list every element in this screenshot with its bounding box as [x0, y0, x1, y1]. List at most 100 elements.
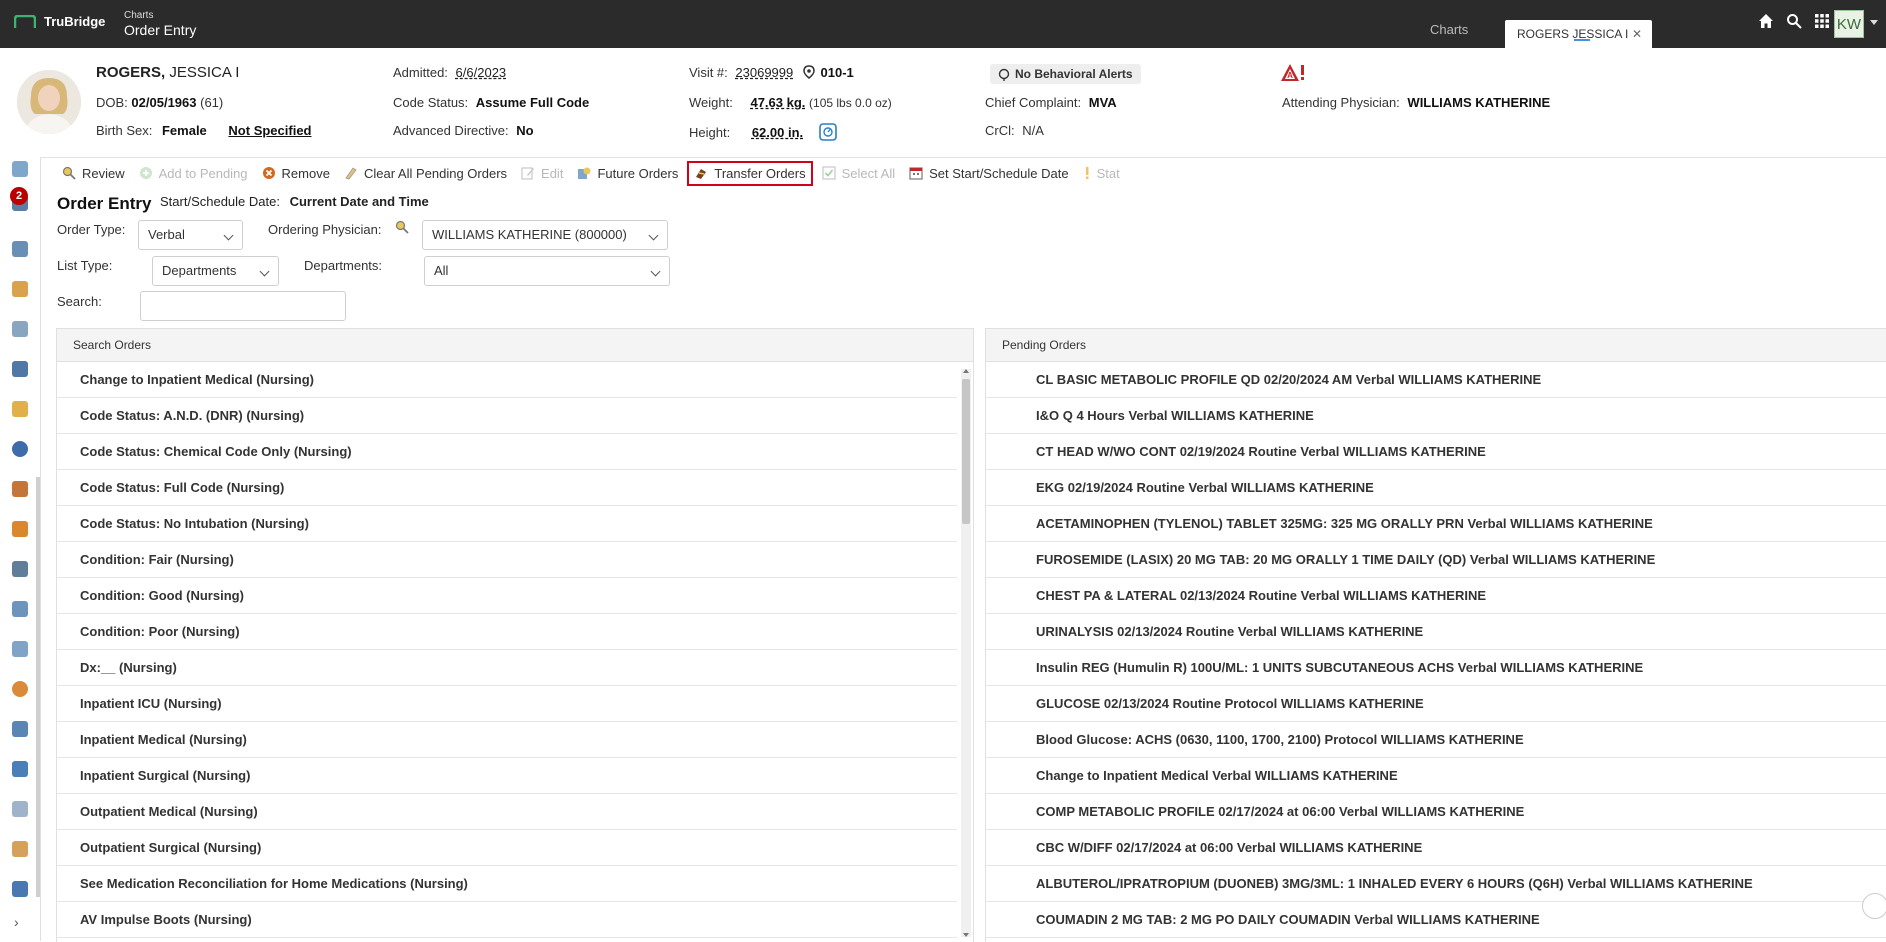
tab-patient-label: ROGERS JESSICA I — [1517, 27, 1629, 41]
user-avatar[interactable]: KW — [1834, 10, 1864, 38]
pending-order-row[interactable]: URINALYSIS 02/13/2024 Routine Verbal WIL… — [986, 614, 1886, 650]
education-nav-icon[interactable] — [12, 881, 28, 897]
pending-order-row[interactable]: ACETAMINOPHEN (TYLENOL) TABLET 325MG: 32… — [986, 506, 1886, 542]
search-order-row[interactable]: Inpatient ICU (Nursing) — [57, 686, 957, 722]
scrollbar-thumb[interactable] — [962, 379, 970, 524]
pending-orders-panel: Pending Orders CL BASIC METABOLIC PROFIL… — [985, 328, 1886, 942]
order-type-select[interactable]: Verbal — [138, 220, 243, 250]
notes-nav-icon[interactable] — [12, 281, 28, 297]
home-icon[interactable] — [1758, 13, 1774, 29]
departments-select[interactable]: All — [424, 256, 670, 286]
search-order-row[interactable]: Inpatient Medical (Nursing) — [57, 722, 957, 758]
search-order-row[interactable]: Change to Inpatient Medical (Nursing) — [57, 362, 957, 398]
stat-label: Stat — [1096, 165, 1120, 181]
list-nav-icon[interactable] — [12, 721, 28, 737]
results-nav-icon[interactable] — [12, 321, 28, 337]
set-start-date-button[interactable]: Set Start/Schedule Date — [909, 166, 1069, 181]
add-to-pending-button[interactable]: Add to Pending — [139, 166, 248, 181]
weight-value[interactable]: 47.63 kg. — [750, 95, 805, 110]
search-order-row[interactable]: AV Impulse Boots (Nursing) — [57, 902, 957, 938]
pending-order-row[interactable]: COMP METABOLIC PROFILE 02/17/2024 at 06:… — [986, 794, 1886, 830]
physician-search-icon[interactable] — [395, 220, 409, 234]
search-order-row[interactable]: Inpatient Surgical (Nursing) — [57, 758, 957, 794]
scroll-down-icon[interactable] — [963, 933, 969, 937]
pending-order-row[interactable]: FUROSEMIDE (LASIX) 20 MG TAB: 20 MG ORAL… — [986, 542, 1886, 578]
height-value[interactable]: 62.00 in. — [752, 125, 803, 140]
documents-nav-icon[interactable] — [12, 361, 28, 377]
pending-order-row[interactable]: CBC W/DIFF 02/17/2024 at 06:00 Verbal WI… — [986, 830, 1886, 866]
search-orders-scrollbar[interactable] — [961, 369, 971, 937]
pending-order-row[interactable]: ALBUTEROL/IPRATROPIUM (DUONEB) 3MG/3ML: … — [986, 866, 1886, 902]
folder-nav-icon[interactable] — [12, 401, 28, 417]
stat-button[interactable]: Stat — [1083, 166, 1120, 181]
ordering-physician-value: WILLIAMS KATHERINE (800000) — [432, 227, 627, 242]
search-order-row[interactable]: Code Status: Chemical Code Only (Nursing… — [57, 434, 957, 470]
medications-nav-icon[interactable] — [12, 521, 28, 537]
growth-chart-icon[interactable] — [818, 123, 837, 141]
search-order-row[interactable]: Outpatient Surgical (Nursing) — [57, 830, 957, 866]
remove-button[interactable]: Remove — [262, 166, 330, 181]
select-all-button[interactable]: Select All — [822, 166, 895, 181]
pending-order-row[interactable]: CT HEAD W/WO CONT 02/19/2024 Routine Ver… — [986, 434, 1886, 470]
grid-nav-icon[interactable] — [12, 841, 28, 857]
pending-order-row[interactable]: EKG 02/19/2024 Routine Verbal WILLIAMS K… — [986, 470, 1886, 506]
close-icon[interactable]: ✕ — [1632, 20, 1642, 48]
scheduling-nav-icon[interactable] — [12, 601, 28, 617]
transfer-orders-button[interactable]: Transfer Orders — [687, 160, 813, 186]
table-nav-icon[interactable] — [12, 801, 28, 817]
search-order-row[interactable]: Condition: Fair (Nursing) — [57, 542, 957, 578]
clear-pending-button[interactable]: Clear All Pending Orders — [344, 166, 507, 181]
search-order-row[interactable]: Code Status: Full Code (Nursing) — [57, 470, 957, 506]
breadcrumb-parent[interactable]: Charts — [124, 10, 196, 21]
brand[interactable]: TruBridge — [14, 14, 105, 29]
vitals-nav-icon[interactable] — [12, 241, 28, 257]
review-button[interactable]: Review — [62, 166, 125, 181]
patient-nav-icon[interactable] — [12, 481, 28, 497]
device-nav-icon[interactable] — [12, 561, 28, 577]
tab-charts[interactable]: Charts — [1430, 22, 1468, 37]
visit-field: Visit #: 23069999 010-1 — [689, 65, 854, 80]
person-nav-icon[interactable] — [12, 681, 28, 697]
tab-patient[interactable]: ROGERS JESSICA I ✕ — [1505, 20, 1652, 48]
search-order-row[interactable]: Dx:__ (Nursing) — [57, 650, 957, 686]
allergy-warning-icon[interactable]: A — [1280, 62, 1306, 84]
checkbox-icon — [822, 166, 836, 180]
pending-order-row[interactable]: GLUCOSE 02/13/2024 Routine Protocol WILL… — [986, 686, 1886, 722]
pending-order-row[interactable]: CL BASIC METABOLIC PROFILE QD 02/20/2024… — [986, 362, 1886, 398]
floating-action-button[interactable] — [1862, 893, 1886, 919]
search-order-row[interactable]: Code Status: No Intubation (Nursing) — [57, 506, 957, 542]
pending-order-row[interactable]: I&O Q 4 Hours Verbal WILLIAMS KATHERINE — [986, 398, 1886, 434]
visit-value[interactable]: 23069999 — [735, 65, 793, 80]
list-type-select[interactable]: Departments — [152, 256, 279, 286]
pending-order-row[interactable]: Change to Inpatient Medical Verbal WILLI… — [986, 758, 1886, 794]
orders-nav-icon[interactable] — [12, 161, 28, 177]
search-order-row[interactable]: See Medication Reconciliation for Home M… — [57, 866, 957, 902]
search-order-row[interactable]: Condition: Poor (Nursing) — [57, 614, 957, 650]
search-order-row[interactable]: Outpatient Medical (Nursing) — [57, 794, 957, 830]
search-order-row[interactable]: Condition: Good (Nursing) — [57, 578, 957, 614]
pending-order-row[interactable]: Insulin REG (Humulin R) 100U/ML: 1 UNITS… — [986, 650, 1886, 686]
future-orders-button[interactable]: Future Orders — [577, 166, 678, 181]
pending-order-row[interactable]: COUMADIN 2 MG TAB: 2 MG PO DAILY COUMADI… — [986, 902, 1886, 938]
apps-grid-icon[interactable] — [1814, 13, 1830, 29]
scroll-up-icon[interactable] — [963, 369, 969, 373]
gender-identity-link[interactable]: Not Specified — [228, 123, 311, 138]
pending-order-row[interactable]: CHEST PA & LATERAL 02/13/2024 Routine Ve… — [986, 578, 1886, 614]
calendar-nav-icon[interactable] — [12, 761, 28, 777]
rail-scrollbar[interactable] — [36, 477, 40, 897]
edit-button[interactable]: Edit — [521, 166, 563, 181]
transfer-nav-icon[interactable] — [12, 641, 28, 657]
sex-label: Birth Sex: — [96, 123, 153, 138]
pending-order-row[interactable]: Blood Glucose: ACHS (0630, 1100, 1700, 2… — [986, 722, 1886, 758]
chevron-down-icon[interactable] — [1870, 20, 1878, 25]
behavioral-alert-badge[interactable]: No Behavioral Alerts — [990, 64, 1141, 84]
admitted-value[interactable]: 6/6/2023 — [456, 65, 507, 80]
expand-rail-icon[interactable]: › — [14, 914, 19, 930]
search-icon[interactable] — [1786, 13, 1802, 29]
search-orders-input[interactable] — [140, 291, 346, 321]
search-order-row[interactable]: Code Status: A.N.D. (DNR) (Nursing) — [57, 398, 957, 434]
code-status-label: Code Status: — [393, 95, 469, 110]
ordering-physician-select[interactable]: WILLIAMS KATHERINE (800000) — [422, 220, 668, 250]
transfer-icon — [696, 169, 707, 179]
globe-nav-icon[interactable] — [12, 441, 28, 457]
